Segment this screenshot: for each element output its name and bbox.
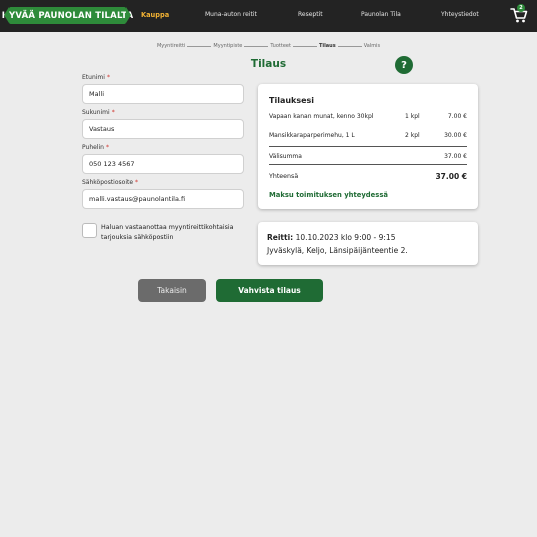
route-info-card: Reitti: 10.10.2023 klo 9:00 - 9:15 Jyväs… [258, 222, 478, 265]
route-datetime-value: 10.10.2023 klo 9:00 - 9:15 [295, 233, 396, 242]
phone-input[interactable]: 050 123 4567 [82, 154, 244, 174]
order-item-qty: 1 kpl [405, 113, 420, 120]
breadcrumb-step-tilaus: Tilaus [318, 43, 336, 49]
nav-item-kauppa[interactable]: Kauppa [141, 11, 169, 19]
cart-count-badge: 2 [517, 4, 525, 12]
logo-text: HYVÄÄ PAUNOLAN TILALTA [1, 10, 134, 21]
email-label: Sähköpostiosoite * [82, 179, 139, 186]
breadcrumb-step-valmis: Valmis [363, 43, 381, 49]
breadcrumb-separator [337, 45, 362, 47]
marketing-consent-label[interactable]: Haluan vastaanottaa myyntireittikohtaisi… [101, 223, 252, 242]
order-summary-card: Tilauksesi Vapaan kanan munat, kenno 30k… [258, 84, 478, 209]
customer-form: Etunimi * Malli Sukunimi * Vastaus Puhelin… [82, 74, 244, 214]
route-label: Reitti: [267, 233, 294, 242]
nav-item-yhteystiedot[interactable]: Yhteystiedot [441, 11, 479, 18]
email-input[interactable]: malli.vastaus@paunolantila.fi [82, 189, 244, 209]
breadcrumb-separator [187, 45, 212, 47]
checkout-breadcrumb: Myyntireitti Myyntipiste Tuotteet Tilaus… [0, 43, 537, 49]
order-item-name: Mansikkaraparperimehu, 1 L [269, 132, 355, 139]
breadcrumb-step-myyntipiste[interactable]: Myyntipiste [213, 43, 242, 49]
total-value: 37.00 € [435, 172, 467, 181]
subtotal-value: 37.00 € [444, 153, 467, 160]
subtotal-label: Välisumma [269, 153, 302, 160]
order-summary-title: Tilauksesi [269, 96, 315, 105]
nav-item-paunolan-tila[interactable]: Paunolan Tila [361, 11, 401, 18]
order-divider [269, 164, 467, 165]
last-name-input[interactable]: Vastaus [82, 119, 244, 139]
last-name-label: Sukunimi * [82, 109, 115, 116]
order-item-qty: 2 kpl [405, 132, 420, 139]
nav-item-muna-auton-reitit[interactable]: Muna-auton reitit [205, 11, 257, 18]
order-divider [269, 146, 467, 147]
marketing-consent: Haluan vastaanottaa myyntireittikohtaisi… [82, 223, 252, 242]
order-item-price: 30.00 € [444, 132, 467, 139]
breadcrumb-step-myyntireitti[interactable]: Myyntireitti [157, 43, 185, 49]
page-title: Tilaus [250, 58, 287, 70]
nav-item-reseptit[interactable]: Reseptit [298, 11, 323, 18]
phone-label: Puhelin * [82, 144, 109, 151]
back-button[interactable]: Takaisin [138, 279, 206, 302]
site-logo[interactable]: HYVÄÄ PAUNOLAN TILALTA [2, 7, 133, 24]
breadcrumb-separator [244, 45, 269, 47]
first-name-label: Etunimi * [82, 74, 110, 81]
breadcrumb-separator [292, 45, 317, 47]
marketing-consent-checkbox[interactable] [82, 223, 97, 238]
order-item-name: Vapaan kanan munat, kenno 30kpl [269, 113, 374, 120]
help-question-icon[interactable]: ? [395, 56, 413, 74]
total-label: Yhteensä [269, 173, 299, 180]
order-item-price: 7.00 € [447, 113, 467, 120]
route-datetime: Reitti: 10.10.2023 klo 9:00 - 9:15 [267, 233, 395, 242]
breadcrumb-step-tuotteet[interactable]: Tuotteet [270, 43, 291, 49]
top-navigation-bar: HYVÄÄ PAUNOLAN TILALTA Kauppa Muna-auton… [0, 0, 537, 32]
first-name-input[interactable]: Malli [82, 84, 244, 104]
route-location: Jyväskylä, Keljo, Länsipäijänteentie 2. [267, 246, 408, 255]
payment-note: Maksu toimituksen yhteydessä [269, 191, 388, 199]
confirm-order-button[interactable]: Vahvista tilaus [216, 279, 323, 302]
